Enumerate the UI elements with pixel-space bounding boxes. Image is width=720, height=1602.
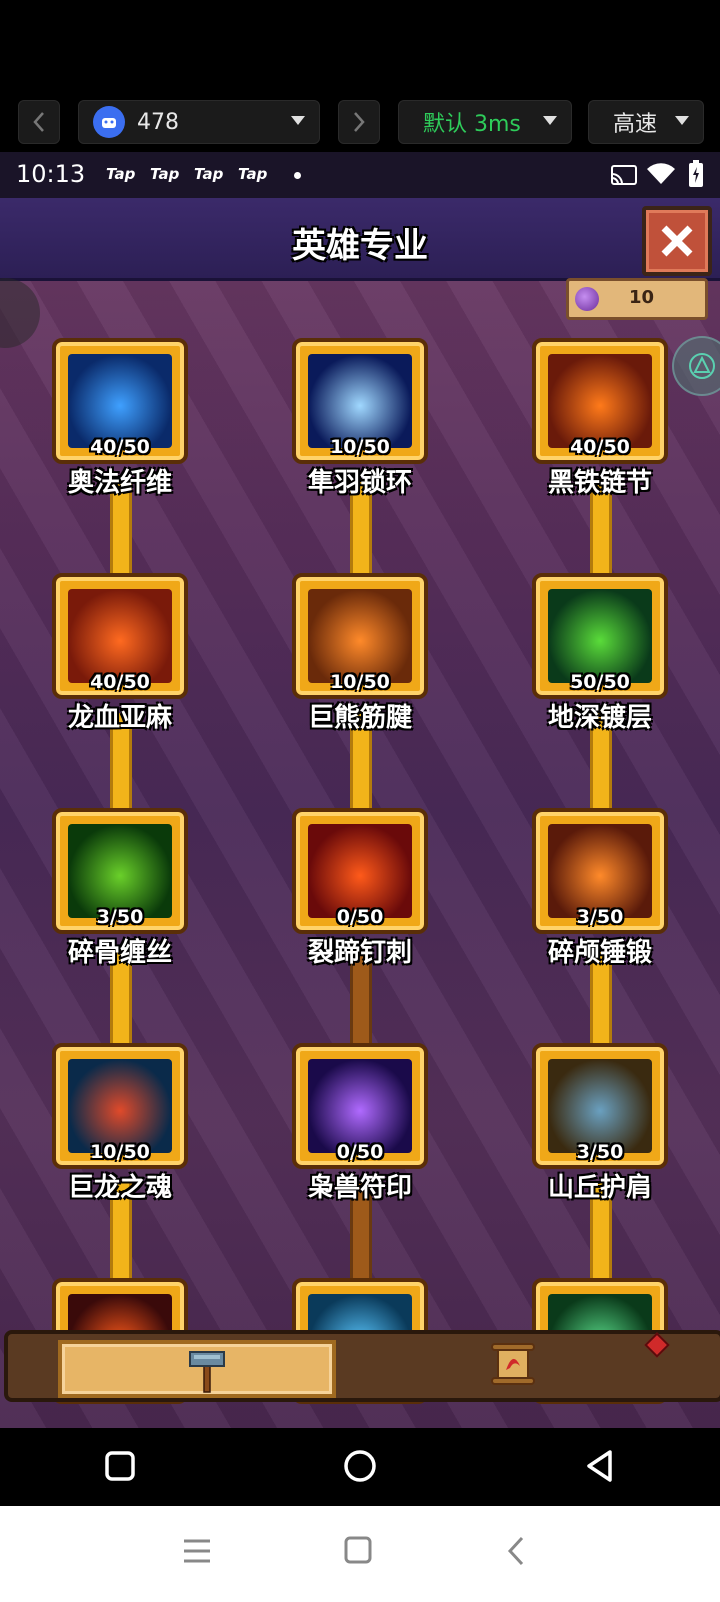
skill-name: 碎骨缠丝 [67,938,172,968]
android-icon [93,106,125,138]
skill-node[interactable]: 3/50 碎骨缠丝 [52,808,192,968]
skill-level: 3/50 [96,906,144,928]
system-nav-bar [0,1428,720,1506]
skill-name: 巨龙之魂 [67,1173,172,1203]
notification-tap: Tap [194,165,224,183]
notification-tap: Tap [238,165,268,183]
gem-icon [575,287,599,311]
skill-name: 山丘护肩 [547,1173,652,1203]
chevron-down-icon [675,116,689,125]
close-button[interactable] [642,206,712,276]
skill-level: 40/50 [570,436,630,458]
skill-node[interactable]: 10/50 巨熊筋腱 [292,573,432,733]
skill-level: 0/50 [336,906,384,928]
skill-node[interactable]: 0/50 枭兽符印 [292,1043,432,1203]
skill-level: 3/50 [576,906,624,928]
forward-nav-button[interactable] [338,100,380,144]
skill-level: 40/50 [90,436,150,458]
wifi-icon [647,163,675,184]
arcane-fiber-icon [68,354,172,448]
skill-name: 枭兽符印 [307,1173,412,1203]
battery-icon [689,160,703,187]
close-icon [661,225,693,257]
skill-node[interactable]: 50/50 地深镀层 [532,573,672,733]
dragon-soul-icon [68,1059,172,1153]
skill-node[interactable]: 40/50 龙血亚麻 [52,573,192,733]
tab-professions[interactable] [58,1340,336,1398]
skill-level: 10/50 [330,436,390,458]
skill-name: 龙血亚麻 [67,703,172,733]
latency-label: 默认 3ms [423,112,521,137]
skill-level: 3/50 [576,1141,624,1163]
skill-level: 10/50 [330,671,390,693]
dragon-blood-icon [68,589,172,683]
skill-node[interactable]: 0/50 裂蹄钉刺 [292,808,432,968]
scroll-icon [491,1343,535,1385]
skill-level: 50/50 [570,671,630,693]
chevron-left-icon[interactable] [506,1536,526,1566]
overlay-indicator-icon [0,278,40,348]
skull-hammer-icon [548,824,652,918]
game-screen: 英雄专业 10 40/50 奥法纤维 10/50 隼羽锁环 40/50 黑铁链节 40/50… [0,198,720,1428]
cast-icon [611,165,637,185]
back-nav-button[interactable] [18,100,60,144]
skill-level: 40/50 [90,671,150,693]
chevron-down-icon [291,116,305,125]
skill-node[interactable]: 40/50 奥法纤维 [52,338,192,498]
hammer-icon [189,1351,225,1393]
bear-paw-icon [308,589,412,683]
floating-assist-button[interactable] [672,336,720,396]
skill-name: 碎颅锤锻 [547,938,652,968]
currency-counter: 10 [566,278,708,320]
skill-name: 地深镀层 [547,703,652,733]
skill-name: 隼羽锁环 [307,468,412,498]
device-selector[interactable]: 478 [78,100,320,144]
speed-label: 高速 [613,112,658,137]
square-icon[interactable] [344,1536,372,1564]
chevron-right-icon [354,112,365,132]
speed-selector[interactable]: 高速 [588,100,704,144]
skill-node[interactable]: 40/50 黑铁链节 [532,338,672,498]
skill-name: 奥法纤维 [67,468,172,498]
skill-node[interactable]: 3/50 碎颅锤锻 [532,808,672,968]
recent-apps-icon[interactable] [104,1450,136,1482]
skill-node[interactable]: 10/50 隼羽锁环 [292,338,432,498]
earth-plating-icon [548,589,652,683]
triangle-icon [689,353,715,379]
notification-badge-icon [644,1332,670,1358]
skill-name: 裂蹄钉刺 [307,938,412,968]
device-id: 478 [137,109,179,135]
game-tab-bar [4,1330,720,1402]
locked-icon [308,1059,412,1153]
latency-selector[interactable]: 默认 3ms [398,100,572,144]
chevron-down-icon [543,116,557,125]
back-icon[interactable] [584,1448,616,1484]
skill-name: 黑铁链节 [547,468,652,498]
tab-scroll[interactable] [488,1340,548,1390]
notification-tap: Tap [150,165,180,183]
menu-icon[interactable] [182,1538,212,1564]
status-bar: 10:13 Tap Tap Tap Tap [0,152,720,198]
hoof-spike-icon [308,824,412,918]
host-nav-bar [0,1506,720,1602]
chevron-left-icon [33,112,44,132]
home-icon[interactable] [342,1448,378,1484]
notification-dot-icon [294,172,301,179]
iron-chain-icon [548,354,652,448]
mountain-pauldron-icon [548,1059,652,1153]
skill-node[interactable]: 3/50 山丘护肩 [532,1043,672,1203]
skill-node[interactable]: 10/50 巨龙之魂 [52,1043,192,1203]
header-bar: 英雄专业 [0,198,720,281]
status-time: 10:13 [16,160,86,188]
skill-level: 10/50 [90,1141,150,1163]
falcon-feather-icon [308,354,412,448]
bone-thread-icon [68,824,172,918]
page-title: 英雄专业 [292,226,428,266]
skill-name: 巨熊筋腱 [307,703,412,733]
currency-value: 10 [629,287,655,308]
notification-tap: Tap [106,165,136,183]
skill-level: 0/50 [336,1141,384,1163]
